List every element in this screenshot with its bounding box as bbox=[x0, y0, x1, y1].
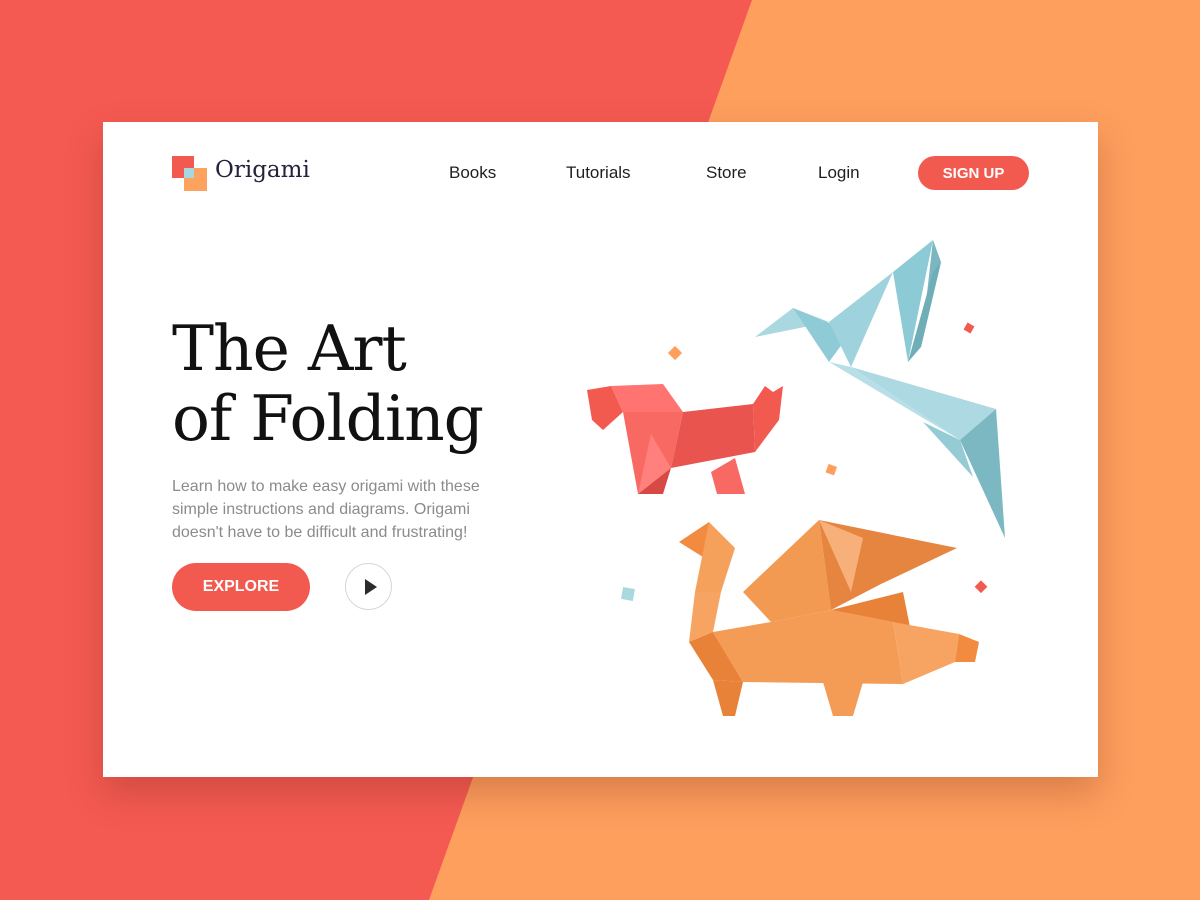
confetti bbox=[963, 322, 975, 334]
sign-up-button[interactable]: SIGN UP bbox=[918, 156, 1029, 190]
confetti bbox=[974, 580, 988, 594]
landing-card: Origami Books Tutorials Store Login SIGN… bbox=[103, 122, 1098, 777]
confetti bbox=[825, 463, 838, 476]
hero-title-line: The Art bbox=[172, 312, 407, 385]
confetti bbox=[621, 587, 635, 601]
explore-button[interactable]: EXPLORE bbox=[172, 563, 310, 611]
play-video-button[interactable] bbox=[345, 563, 392, 610]
hero-title-line: of Folding bbox=[172, 382, 484, 455]
brand-name: Origami bbox=[215, 157, 310, 183]
nav-tutorials[interactable]: Tutorials bbox=[566, 163, 631, 183]
nav-store[interactable]: Store bbox=[706, 163, 747, 183]
hero-description-line: simple instructions and diagrams. Origam… bbox=[172, 501, 470, 518]
hero-description-line: Learn how to make easy origami with thes… bbox=[172, 478, 480, 495]
origami-crane bbox=[755, 240, 1005, 538]
play-icon bbox=[365, 579, 377, 595]
origami-squares-logo-icon bbox=[172, 156, 208, 192]
hero-description: Learn how to make easy origami with thes… bbox=[172, 475, 552, 544]
nav-login[interactable]: Login bbox=[818, 163, 860, 183]
hero-title: The Art of Folding bbox=[172, 314, 592, 454]
origami-dragon bbox=[679, 520, 979, 716]
hero-description-line: doesn't have to be difficult and frustra… bbox=[172, 524, 468, 541]
nav-books[interactable]: Books bbox=[449, 163, 496, 183]
confetti-decorations bbox=[621, 322, 988, 601]
confetti bbox=[667, 345, 683, 361]
origami-dog bbox=[587, 384, 783, 494]
